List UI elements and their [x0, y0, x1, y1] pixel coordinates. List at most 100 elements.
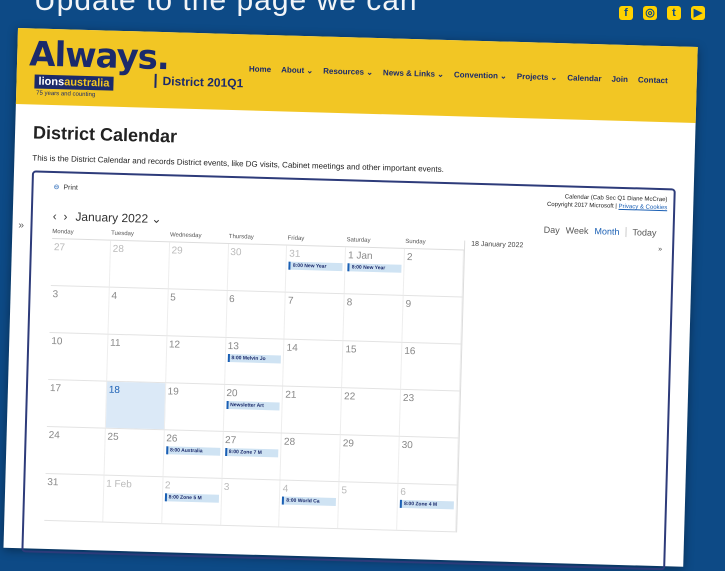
facebook-icon[interactable]: f	[619, 6, 633, 20]
calendar-day[interactable]: 16	[401, 342, 462, 391]
day-number: 9	[405, 298, 412, 311]
weekday-label: Thursday	[228, 233, 254, 241]
twitter-icon[interactable]: t	[667, 6, 681, 20]
calendar-day[interactable]: 30	[398, 436, 459, 485]
calendar-event[interactable]: 8:00 Zone 5 M	[164, 493, 219, 503]
web-page: Always. lionsaustralia 75 years and coun…	[3, 28, 698, 571]
calendar-day[interactable]: 28	[109, 240, 170, 289]
day-number: 27	[53, 242, 66, 254]
calendar-day[interactable]: 26 8:00 Australia	[163, 430, 224, 478]
calendar-day[interactable]: 2	[403, 248, 464, 297]
calendar-day[interactable]: 21	[282, 386, 343, 435]
calendar-event[interactable]: Newsletter Art	[226, 400, 281, 411]
calendar-event[interactable]: 8:00 Australia	[165, 446, 220, 456]
view-week-button[interactable]: Week	[566, 225, 589, 236]
main-nav: Home About ⌄ Resources ⌄ News & Links ⌄ Conv…	[249, 64, 689, 85]
agenda-collapse-icon[interactable]: »	[658, 246, 662, 253]
prev-month-button[interactable]: ‹	[53, 209, 57, 223]
calendar-day[interactable]: 7	[284, 292, 345, 341]
day-number: 17	[49, 383, 62, 395]
nav-item[interactable]: Contact	[638, 75, 668, 85]
calendar-day[interactable]: 31	[44, 473, 105, 522]
calendar-event[interactable]: 8:00 Zone 7 M	[224, 447, 279, 458]
next-month-button[interactable]: ›	[63, 209, 67, 223]
calendar-day[interactable]: 8	[343, 294, 404, 342]
agenda-date: 18 January 2022	[471, 240, 524, 250]
copyright-text: Copyright 2017 Microsoft |	[546, 201, 619, 210]
agenda-panel: 18 January 2022 »	[456, 240, 667, 539]
calendar-day[interactable]: 27	[50, 239, 111, 287]
expand-sidebar-icon[interactable]: »	[18, 220, 24, 231]
nav-item[interactable]: Join	[611, 75, 628, 84]
calendar-day[interactable]: 1 Jan 8:00 New Year	[345, 247, 406, 295]
calendar-day[interactable]: 5	[338, 482, 399, 530]
calendar-day[interactable]: 13 8:00 Melvin Jo	[224, 337, 285, 386]
calendar-day[interactable]: 4	[108, 287, 169, 336]
nav-item[interactable]: Calendar	[567, 73, 601, 83]
day-number: 2	[164, 480, 171, 492]
calendar-day[interactable]: 3	[220, 478, 281, 527]
calendar-day[interactable]: 11	[107, 334, 168, 383]
day-number: 6	[228, 294, 235, 306]
youtube-icon[interactable]: ▶	[691, 6, 705, 20]
weekday-label: Saturday	[346, 237, 371, 244]
view-month-button[interactable]: Month	[594, 226, 619, 237]
day-number: 22	[343, 391, 356, 403]
calendar-day[interactable]: 19	[164, 383, 225, 431]
calendar-day[interactable]: 14	[283, 339, 344, 388]
calendar-day[interactable]: 25	[104, 428, 165, 477]
day-number: 5	[341, 485, 348, 497]
day-number: 19	[167, 386, 179, 398]
site-logo[interactable]: Always.	[29, 34, 170, 78]
nav-item[interactable]: About ⌄	[281, 65, 313, 75]
weekday-label: Monday	[52, 229, 74, 236]
view-day-button[interactable]: Day	[544, 225, 560, 235]
calendar-day[interactable]: 23	[399, 389, 461, 438]
day-number: 29	[171, 245, 183, 257]
calendar-event[interactable]: 8:00 New Year	[347, 263, 402, 273]
calendar-day[interactable]: 2 8:00 Zone 5 M	[161, 477, 223, 525]
calendar-day[interactable]: 20 Newsletter Art	[223, 384, 284, 433]
calendar-day[interactable]: 1 Feb	[103, 475, 164, 524]
calendar-day[interactable]: 3	[49, 286, 110, 334]
calendar-attribution: Calendar (Cab Sec Q1 Diane McCrae) Copyr…	[547, 193, 668, 212]
calendar-event[interactable]: 8:00 World Ca	[282, 496, 337, 507]
nav-item[interactable]: Convention ⌄	[454, 70, 507, 80]
calendar-day[interactable]: 12	[165, 336, 226, 384]
calendar-day[interactable]: 4 8:00 World Ca	[279, 480, 340, 529]
calendar-day[interactable]: 15	[342, 341, 403, 389]
calendar-day[interactable]: 18	[105, 381, 166, 430]
nav-item[interactable]: Resources ⌄	[323, 67, 373, 77]
calendar-day[interactable]: 29	[168, 242, 229, 290]
day-number: 23	[402, 392, 415, 405]
calendar-day[interactable]: 6 8:00 Zone 4 M	[397, 483, 458, 532]
calendar-day[interactable]: 24	[45, 426, 106, 475]
privacy-link[interactable]: Privacy & Cookies	[618, 204, 667, 211]
calendar-day[interactable]: 31 8:00 New Year	[286, 245, 347, 294]
day-number: 27	[224, 434, 237, 447]
calendar-day[interactable]: 22	[341, 388, 402, 436]
today-button[interactable]: Today	[625, 227, 657, 238]
nav-item[interactable]: Home	[249, 64, 271, 74]
calendar-day[interactable]: 6	[226, 290, 287, 339]
calendar-day[interactable]: 10	[48, 332, 109, 381]
calendar-day[interactable]: 9	[402, 295, 463, 344]
calendar-day[interactable]: 27 8:00 Zone 7 M	[222, 431, 283, 480]
day-number: 11	[109, 337, 121, 349]
calendar-event[interactable]: 8:00 Zone 4 M	[399, 499, 454, 510]
lions-tagline: 75 years and counting	[36, 90, 96, 99]
district-name: District 201Q1	[154, 73, 244, 91]
calendar-day[interactable]: 28	[280, 433, 342, 482]
nav-item[interactable]: News & Links ⌄	[383, 68, 444, 79]
calendar-day[interactable]: 30	[227, 243, 288, 292]
calendar-event[interactable]: 8:00 Melvin Jo	[227, 353, 282, 364]
nav-item[interactable]: Projects ⌄	[517, 72, 558, 82]
instagram-icon[interactable]: ◎	[643, 6, 657, 20]
weeks: 27 28 29 30 31 8:00 New Year 1 Jan 8:00 New Yea…	[44, 239, 464, 533]
calendar-day[interactable]: 17	[46, 379, 108, 428]
calendar-event[interactable]: 8:00 New Year	[288, 261, 343, 272]
calendar-day[interactable]: 29	[339, 435, 400, 483]
view-switcher: Day Week Month Today	[538, 225, 657, 238]
calendar-day[interactable]: 5	[167, 289, 228, 337]
month-selector[interactable]: January 2022 ⌄	[75, 210, 161, 226]
